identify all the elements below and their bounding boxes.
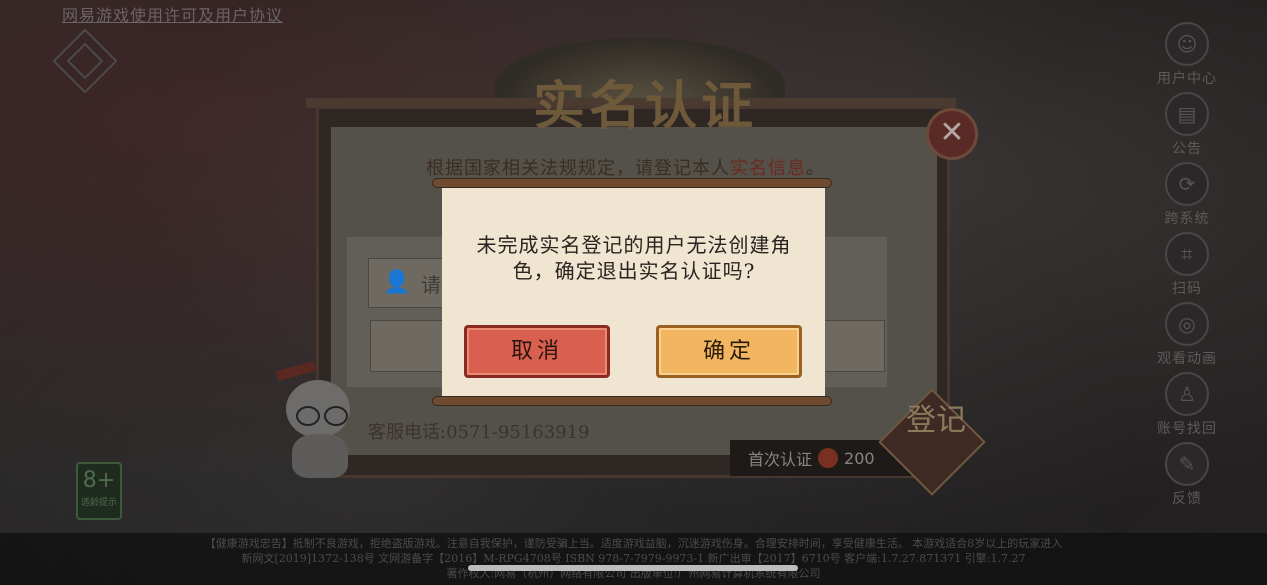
notice-highlight: 实名信息 — [730, 158, 806, 179]
feedback-scroll-icon: ✎ — [1165, 442, 1209, 486]
sidebar-item-label: 观看动画 — [1157, 351, 1217, 367]
dialog-top-rail — [432, 178, 832, 188]
age-rating-badge[interactable]: 8+ 适龄提示 — [76, 462, 122, 520]
sidebar-item-scan[interactable]: ⌗ 扫码 — [1147, 228, 1227, 298]
confirm-button[interactable]: 确定 — [656, 325, 802, 378]
name-placeholder: 请 — [421, 272, 441, 297]
mascot-glasses — [296, 406, 320, 426]
notice-text: 根据国家相关法规规定，请登记本人 — [426, 158, 730, 179]
sidebar-item-feedback[interactable]: ✎ 反馈 — [1147, 438, 1227, 508]
dialog-message: 未完成实名登记的用户无法创建角 色，确定退出实名认证吗? — [462, 232, 806, 284]
age-rating-caption: 适龄提示 — [80, 498, 117, 508]
reward-amount: 200 — [844, 448, 875, 468]
cancel-button[interactable]: 取消 — [464, 325, 610, 378]
right-sidebar: ☺ 用户中心 ▤ 公告 ⟳ 跨系统 ⌗ 扫码 ◎ 观看动画 ♙ 账号找回 ✎ 反… — [1147, 18, 1227, 508]
close-icon[interactable]: ✕ — [926, 108, 978, 160]
sidebar-item-cross-system[interactable]: ⟳ 跨系统 — [1147, 158, 1227, 228]
mascot-glasses — [324, 406, 348, 426]
mascot-hat — [275, 360, 317, 382]
sidebar-item-watch-animation[interactable]: ◎ 观看动画 — [1147, 298, 1227, 368]
footer-line: 新网文[2019]1372-138号 文网游备字【2016】M-RPG4708号… — [241, 552, 1026, 565]
reward-label: 首次认证 — [748, 450, 813, 469]
sidebar-item-user-center[interactable]: ☺ 用户中心 — [1147, 18, 1227, 88]
account-recovery-icon: ♙ — [1165, 372, 1209, 416]
cross-system-icon: ⟳ — [1165, 162, 1209, 206]
person-icon: 👤 — [383, 270, 411, 295]
sidebar-item-account-recovery[interactable]: ♙ 账号找回 — [1147, 368, 1227, 438]
age-rating-number: 8+ — [82, 468, 116, 493]
sidebar-item-label: 账号找回 — [1157, 421, 1217, 437]
jade-coin-icon — [818, 448, 839, 468]
sidebar-item-label: 扫码 — [1172, 281, 1202, 297]
sidebar-item-announcement[interactable]: ▤ 公告 — [1147, 88, 1227, 158]
notice-board-icon: ▤ — [1165, 92, 1209, 136]
notice-end: 。 — [806, 158, 825, 179]
dialog-message-line: 未完成实名登记的用户无法创建角 — [476, 233, 792, 257]
dialog-message-line: 色，确定退出实名认证吗? — [512, 259, 756, 283]
sidebar-item-label: 反馈 — [1172, 491, 1202, 507]
sidebar-item-label: 用户中心 — [1157, 71, 1217, 87]
legal-footer: 【健康游戏忠告】抵制不良游戏，拒绝盗版游戏。注意自我保护，谨防受骗上当。适度游戏… — [0, 533, 1267, 585]
sidebar-item-label: 跨系统 — [1164, 211, 1210, 227]
panel-notice: 根据国家相关法规规定，请登记本人实名信息。 — [426, 154, 825, 180]
dialog-bottom-rail — [432, 396, 832, 406]
sidebar-item-label: 公告 — [1172, 141, 1202, 157]
panel-title: 实名认证 — [532, 76, 757, 137]
license-agreement-link[interactable]: 网易游戏使用许可及用户协议 — [62, 2, 283, 26]
mascot-body — [292, 434, 348, 478]
service-phone: 客服电话:0571-95163919 — [368, 422, 590, 443]
footer-line: 【健康游戏忠告】抵制不良游戏，拒绝盗版游戏。注意自我保护，谨防受骗上当。适度游戏… — [204, 537, 1063, 550]
register-button-label[interactable]: 登记 — [896, 404, 976, 438]
user-avatar-icon: ☺ — [1165, 22, 1209, 66]
film-reel-icon: ◎ — [1165, 302, 1209, 346]
mascot-character — [272, 360, 362, 482]
scan-qr-icon: ⌗ — [1165, 232, 1209, 276]
home-indicator[interactable] — [468, 565, 798, 571]
